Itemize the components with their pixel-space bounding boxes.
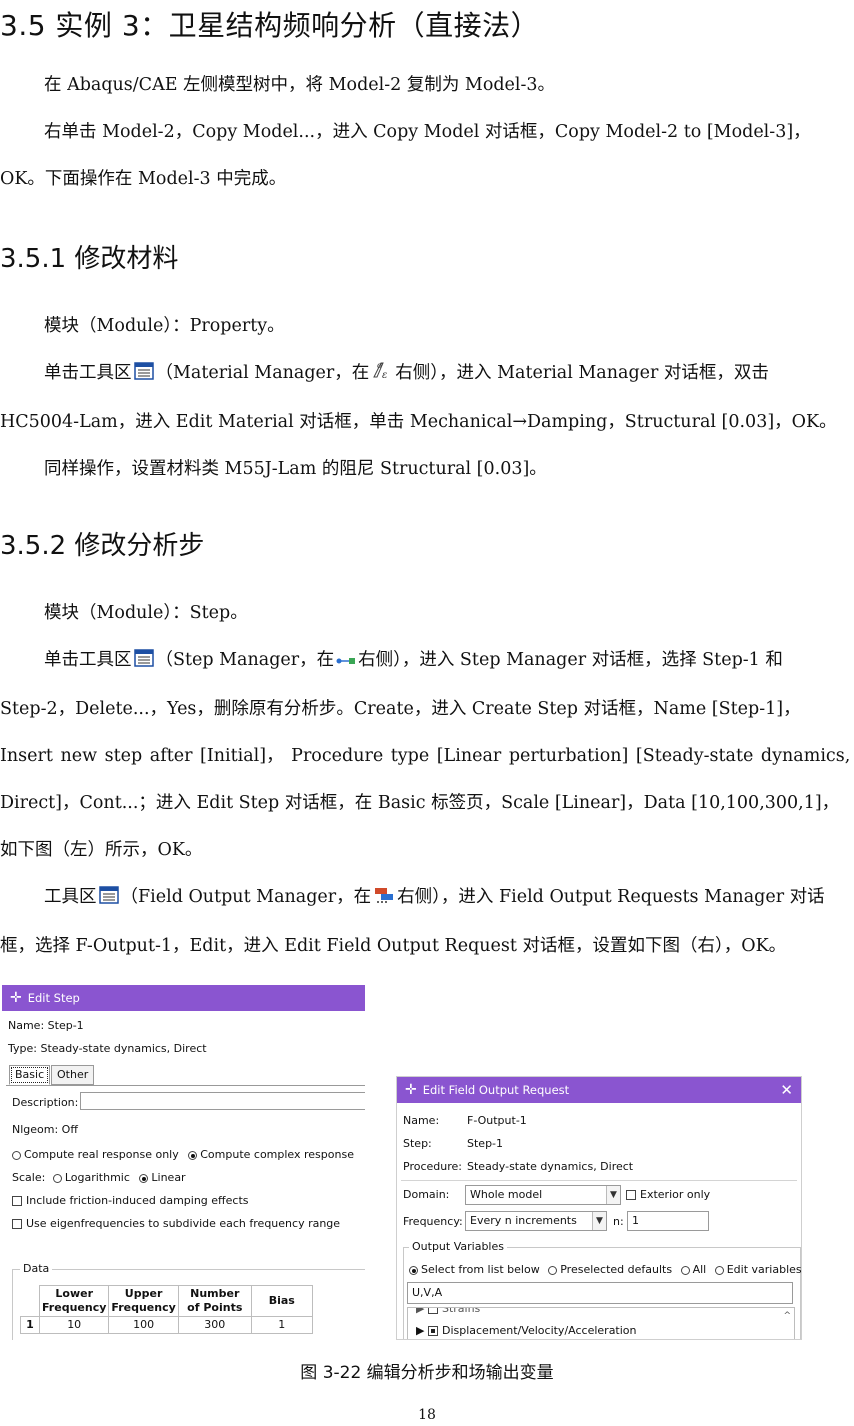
opt-select-from-list[interactable]: Select from list below bbox=[409, 1263, 540, 1276]
edit-field-output-dialog: ✛ Edit Field Output Request ✕ Name: F-Ou… bbox=[396, 1076, 802, 1340]
edit-field-titlebar[interactable]: ✛ Edit Field Output Request ✕ bbox=[397, 1077, 801, 1103]
svg-text:ε: ε bbox=[382, 370, 387, 380]
paragraph: 如下图（左）所示，OK。 bbox=[0, 840, 203, 860]
paragraph: 工具区 （Field Output Manager，在 右侧），进入 Field O… bbox=[0, 874, 854, 923]
cell-lower[interactable]: 10 bbox=[38, 1316, 110, 1334]
paragraph: 模块（Module）：Property。 bbox=[44, 316, 285, 336]
paragraph: 单击工具区 （Material Manager，在 ε σ 右侧），进入 Materia… bbox=[0, 350, 854, 399]
tab-divider bbox=[6, 1085, 365, 1086]
edit-step-titlebar[interactable]: ✛ Edit Step bbox=[2, 985, 365, 1011]
edit-step-dialog: ✛ Edit Step Name: Step-1 Type: Steady-st… bbox=[2, 985, 365, 1340]
variables-input[interactable]: U,V,A bbox=[407, 1282, 793, 1304]
frequency-select[interactable]: Every n increments ▼ bbox=[465, 1211, 607, 1231]
paragraph: 在 Abaqus/CAE 左侧模型树中，将 Model-2 复制为 Model-… bbox=[44, 75, 556, 95]
move-icon: ✛ bbox=[10, 990, 22, 1006]
paragraph: OK。下面操作在 Model-3 中完成。 bbox=[0, 169, 287, 189]
opt-edit-variables[interactable]: Edit variables bbox=[714, 1263, 801, 1276]
frequency-table: Lower Frequency Upper Frequency Number of P… bbox=[20, 1285, 313, 1334]
subsection-title-step: 3.5.2 修改分析步 bbox=[0, 531, 205, 561]
partial-check-icon bbox=[427, 1326, 438, 1336]
scale-options: Scale: Logarithmic Linear bbox=[12, 1171, 186, 1184]
response-options: Compute real response only Compute compl… bbox=[12, 1148, 354, 1161]
n-label: n: bbox=[613, 1215, 624, 1228]
paragraph: Step-2，Delete...，Yes，删除原有分析步。Create，进入 C… bbox=[0, 699, 801, 719]
paragraph: HC5004-Lam，进入 Edit Material 对话框，单击 Mecha… bbox=[0, 412, 837, 432]
col-upper-frequency: Upper Frequency bbox=[108, 1285, 179, 1317]
step-create-icon bbox=[336, 639, 356, 686]
scroll-up-icon[interactable]: ^ bbox=[783, 1311, 791, 1321]
field-output-create-icon bbox=[373, 876, 395, 923]
paragraph: Direct]，Cont...；进入 Edit Step 对话框，在 Basic… bbox=[0, 793, 840, 813]
opt-complex-response[interactable]: Compute complex response bbox=[188, 1148, 354, 1161]
col-number-of-points: Number of Points bbox=[177, 1285, 252, 1317]
manager-icon bbox=[98, 876, 119, 923]
domain-select[interactable]: Whole model ▼ bbox=[465, 1185, 621, 1205]
material-body: 模块（Module）：Property。 单击工具区 （Material Mana… bbox=[0, 303, 854, 493]
chk-exterior-only[interactable]: Exterior only bbox=[626, 1188, 710, 1201]
paragraph: 模块（Module）：Step。 bbox=[44, 603, 248, 623]
tree-item-strains[interactable]: ▶ Strains bbox=[416, 1307, 480, 1315]
dialog-title: Edit Field Output Request bbox=[422, 1083, 570, 1097]
dialog-title: Edit Step bbox=[27, 991, 80, 1005]
section-body: 在 Abaqus/CAE 左侧模型树中，将 Model-2 复制为 Model-… bbox=[0, 62, 854, 203]
step-name: Name: Step-1 bbox=[8, 1019, 84, 1032]
manager-icon bbox=[133, 352, 154, 399]
frequency-label: Frequency: bbox=[403, 1215, 463, 1228]
paragraph: 单击工具区 （Step Manager，在 右侧），进入 Step Manager … bbox=[0, 637, 854, 686]
cell-points[interactable]: 300 bbox=[177, 1316, 252, 1334]
table-row: 1 10 100 300 1 bbox=[20, 1316, 313, 1334]
domain-label: Domain: bbox=[403, 1188, 450, 1201]
subsection-title-material: 3.5.1 修改材料 bbox=[0, 244, 179, 274]
description-label: Description: bbox=[12, 1096, 79, 1109]
paragraph: 右单击 Model-2，Copy Model...，进入 Copy Model … bbox=[44, 122, 811, 142]
chk-friction-damping[interactable]: Include friction-induced damping effects bbox=[12, 1194, 249, 1207]
name-value: F-Output-1 bbox=[467, 1114, 527, 1127]
divider bbox=[401, 1180, 797, 1181]
expand-arrow-icon: ▶ bbox=[416, 1324, 425, 1337]
variables-tree[interactable]: ▶ Strains ▶ Displacement/Velocity/Accele… bbox=[407, 1307, 795, 1339]
svg-text:σ: σ bbox=[377, 361, 383, 370]
output-variables-label: Output Variables bbox=[409, 1240, 507, 1253]
tab-other[interactable]: Other bbox=[51, 1065, 95, 1085]
opt-preselected-defaults[interactable]: Preselected defaults bbox=[548, 1263, 672, 1276]
section-title: 3.5 实例 3：卫星结构频响分析（直接法） bbox=[0, 9, 540, 42]
manager-icon bbox=[133, 639, 154, 686]
corner-cell bbox=[20, 1285, 40, 1317]
page-number: 18 bbox=[418, 1407, 436, 1423]
material-create-icon: εσ bbox=[371, 352, 393, 399]
expand-arrow-icon: ▶ bbox=[416, 1307, 425, 1315]
row-number: 1 bbox=[20, 1316, 40, 1334]
procedure-value: Steady-state dynamics, Direct bbox=[467, 1160, 634, 1173]
tree-item-displacement[interactable]: ▶ Displacement/Velocity/Acceleration bbox=[416, 1324, 637, 1337]
step-type: Type: Steady-state dynamics, Direct bbox=[8, 1042, 207, 1055]
nlgeom-value: Nlgeom: Off bbox=[12, 1123, 78, 1136]
close-icon[interactable]: ✕ bbox=[780, 1081, 793, 1099]
move-icon: ✛ bbox=[405, 1082, 417, 1098]
opt-all[interactable]: All bbox=[680, 1263, 706, 1276]
data-group-label: Data bbox=[20, 1262, 53, 1275]
col-lower-frequency: Lower Frequency bbox=[38, 1285, 110, 1317]
procedure-label: Procedure: bbox=[403, 1160, 462, 1173]
paragraph: Insert new step after [Initial]， Procedu… bbox=[0, 746, 851, 766]
step-value: Step-1 bbox=[467, 1137, 504, 1150]
name-label: Name: bbox=[403, 1114, 440, 1127]
paragraph: 同样操作，设置材料类 M55J-Lam 的阻尼 Structural [0.03… bbox=[44, 459, 547, 479]
chk-eigenfrequencies[interactable]: Use eigenfrequencies to subdivide each f… bbox=[12, 1217, 340, 1230]
figure-caption: 图 3-22 编辑分析步和场输出变量 bbox=[300, 1363, 554, 1383]
step-label: Step: bbox=[403, 1137, 432, 1150]
col-bias: Bias bbox=[250, 1285, 313, 1317]
output-variable-options: Select from list below Preselected defau… bbox=[409, 1263, 801, 1276]
opt-scale-linear[interactable]: Linear bbox=[139, 1171, 186, 1184]
chevron-down-icon: ▼ bbox=[606, 1186, 620, 1204]
paragraph: 框，选择 F-Output-1，Edit，进入 Edit Field Outpu… bbox=[0, 936, 787, 956]
opt-real-response[interactable]: Compute real response only bbox=[12, 1148, 179, 1161]
opt-scale-log[interactable]: Logarithmic bbox=[52, 1171, 130, 1184]
n-input[interactable]: 1 bbox=[627, 1211, 709, 1231]
chevron-down-icon: ▼ bbox=[592, 1212, 606, 1230]
cell-bias[interactable]: 1 bbox=[250, 1316, 313, 1334]
description-input[interactable] bbox=[80, 1092, 365, 1110]
step-body: 模块（Module）：Step。 单击工具区 （Step Manager，在 右侧）… bbox=[0, 590, 854, 970]
tab-basic[interactable]: Basic bbox=[9, 1065, 51, 1085]
cell-upper[interactable]: 100 bbox=[108, 1316, 179, 1334]
